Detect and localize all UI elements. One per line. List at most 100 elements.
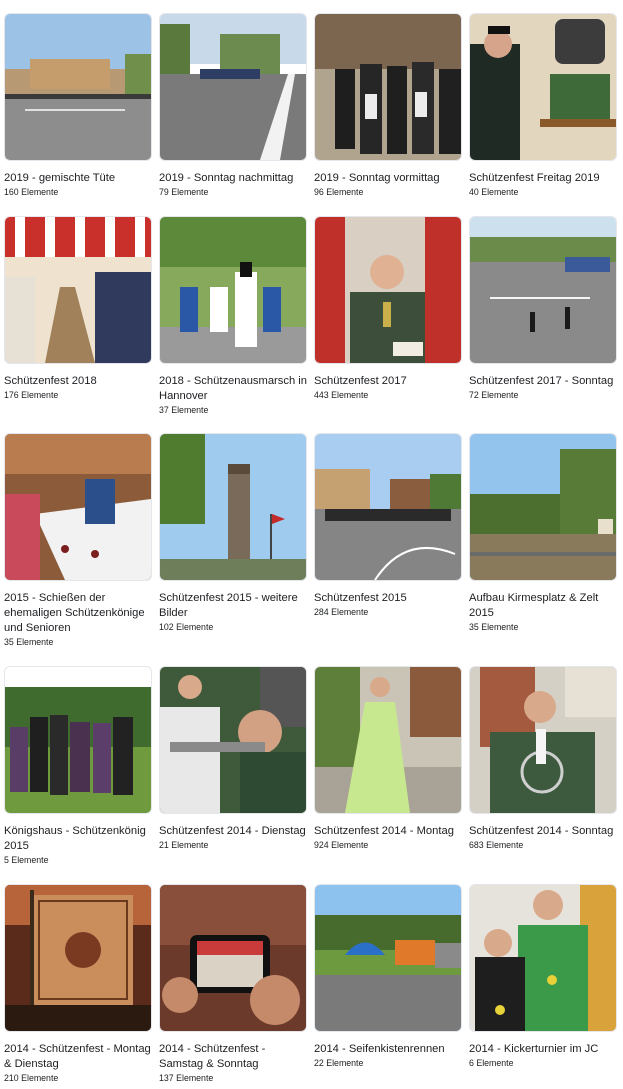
album-title[interactable]: Schützenfest 2014 - Dienstag	[159, 824, 311, 839]
album-title[interactable]: 2018 - Schützenausmarsch in Hannover	[159, 374, 311, 404]
album-thumbnail[interactable]	[314, 216, 462, 364]
album-count: 443 Elemente	[314, 390, 369, 400]
album-thumbnail[interactable]	[469, 216, 617, 364]
album-thumbnail[interactable]	[469, 433, 617, 581]
album-card[interactable]: Königshaus - Schützenkönig 2015 5 Elemen…	[4, 666, 152, 866]
album-thumbnail[interactable]	[159, 13, 307, 161]
album-photo	[470, 217, 616, 363]
album-count: 21 Elemente	[159, 840, 209, 850]
album-count: 37 Elemente	[159, 405, 209, 415]
album-title[interactable]: 2019 - gemischte Tüte	[4, 171, 156, 186]
album-count: 35 Elemente	[4, 637, 54, 647]
album-card[interactable]: Schützenfest 2015 284 Elemente	[314, 433, 462, 618]
album-thumbnail[interactable]	[4, 216, 152, 364]
album-title[interactable]: 2019 - Sonntag vormittag	[314, 171, 466, 186]
album-count: 284 Elemente	[314, 607, 369, 617]
album-thumbnail[interactable]	[159, 666, 307, 814]
album-count: 176 Elemente	[4, 390, 59, 400]
album-grid: 2019 - gemischte Tüte 160 Elemente 2019 …	[0, 0, 623, 1089]
album-thumbnail[interactable]	[4, 13, 152, 161]
album-photo	[315, 667, 461, 813]
album-thumbnail[interactable]	[4, 666, 152, 814]
album-photo	[160, 14, 306, 160]
album-count: 6 Elemente	[469, 1058, 514, 1068]
album-photo	[315, 885, 461, 1031]
album-card[interactable]: Schützenfest 2015 - weitere Bilder 102 E…	[159, 433, 307, 633]
album-card[interactable]: 2015 - Schießen der ehemaligen Schützenk…	[4, 433, 152, 648]
album-thumbnail[interactable]	[314, 433, 462, 581]
album-card[interactable]: Aufbau Kirmesplatz & Zelt 2015 35 Elemen…	[469, 433, 617, 633]
album-card[interactable]: 2014 - Kickerturnier im JC 6 Elemente	[469, 884, 617, 1069]
album-card[interactable]: 2019 - Sonntag nachmittag 79 Elemente	[159, 13, 307, 198]
album-thumbnail[interactable]	[469, 666, 617, 814]
album-photo	[470, 434, 616, 580]
album-card[interactable]: Schützenfest 2018 176 Elemente	[4, 216, 152, 401]
album-photo	[470, 667, 616, 813]
album-title[interactable]: 2014 - Kickerturnier im JC	[469, 1042, 621, 1057]
album-photo	[315, 14, 461, 160]
album-count: 102 Elemente	[159, 622, 214, 632]
album-thumbnail[interactable]	[159, 216, 307, 364]
album-thumbnail[interactable]	[4, 433, 152, 581]
album-card[interactable]: Schützenfest 2017 - Sonntag 72 Elemente	[469, 216, 617, 401]
album-photo	[160, 885, 306, 1031]
album-photo	[470, 14, 616, 160]
album-photo	[5, 14, 151, 160]
album-count: 683 Elemente	[469, 840, 524, 850]
album-thumbnail[interactable]	[159, 433, 307, 581]
album-thumbnail[interactable]	[159, 884, 307, 1032]
album-photo	[5, 434, 151, 580]
album-title[interactable]: Schützenfest 2018	[4, 374, 156, 389]
album-card[interactable]: 2019 - Sonntag vormittag 96 Elemente	[314, 13, 462, 198]
album-title[interactable]: Schützenfest 2017	[314, 374, 466, 389]
album-thumbnail[interactable]	[469, 13, 617, 161]
album-title[interactable]: Königshaus - Schützenkönig 2015	[4, 824, 156, 854]
album-photo	[5, 667, 151, 813]
album-title[interactable]: 2019 - Sonntag nachmittag	[159, 171, 311, 186]
album-photo	[5, 885, 151, 1031]
album-title[interactable]: Schützenfest 2017 - Sonntag	[469, 374, 621, 389]
album-card[interactable]: Schützenfest Freitag 2019 40 Elemente	[469, 13, 617, 198]
album-count: 160 Elemente	[4, 187, 59, 197]
album-count: 5 Elemente	[4, 855, 49, 865]
album-thumbnail[interactable]	[4, 884, 152, 1032]
album-photo	[315, 217, 461, 363]
album-card[interactable]: Schützenfest 2017 443 Elemente	[314, 216, 462, 401]
album-photo	[470, 885, 616, 1031]
album-photo	[5, 217, 151, 363]
album-photo	[160, 434, 306, 580]
album-count: 35 Elemente	[469, 622, 519, 632]
album-card[interactable]: 2018 - Schützenausmarsch in Hannover 37 …	[159, 216, 307, 416]
album-title[interactable]: Aufbau Kirmesplatz & Zelt 2015	[469, 591, 621, 621]
album-title[interactable]: 2014 - Schützenfest - Montag & Dienstag	[4, 1042, 156, 1072]
album-count: 72 Elemente	[469, 390, 519, 400]
album-thumbnail[interactable]	[314, 666, 462, 814]
album-count: 96 Elemente	[314, 187, 364, 197]
album-count: 924 Elemente	[314, 840, 369, 850]
album-thumbnail[interactable]	[469, 884, 617, 1032]
album-photo	[160, 667, 306, 813]
album-card[interactable]: 2019 - gemischte Tüte 160 Elemente	[4, 13, 152, 198]
album-title[interactable]: 2015 - Schießen der ehemaligen Schützenk…	[4, 591, 156, 636]
album-title[interactable]: Schützenfest 2014 - Sonntag	[469, 824, 621, 839]
album-title[interactable]: Schützenfest 2014 - Montag	[314, 824, 466, 839]
album-card[interactable]: Schützenfest 2014 - Sonntag 683 Elemente	[469, 666, 617, 851]
album-title[interactable]: 2014 - Schützenfest - Samstag & Sonntag	[159, 1042, 311, 1072]
album-count: 137 Elemente	[159, 1073, 214, 1083]
album-title[interactable]: 2014 - Seifenkistenrennen	[314, 1042, 466, 1057]
album-count: 210 Elemente	[4, 1073, 59, 1083]
album-card[interactable]: 2014 - Schützenfest - Samstag & Sonntag …	[159, 884, 307, 1084]
album-card[interactable]: 2014 - Schützenfest - Montag & Dienstag …	[4, 884, 152, 1084]
album-count: 40 Elemente	[469, 187, 519, 197]
album-card[interactable]: 2014 - Seifenkistenrennen 22 Elemente	[314, 884, 462, 1069]
album-card[interactable]: Schützenfest 2014 - Montag 924 Elemente	[314, 666, 462, 851]
album-count: 79 Elemente	[159, 187, 209, 197]
album-card[interactable]: Schützenfest 2014 - Dienstag 21 Elemente	[159, 666, 307, 851]
album-title[interactable]: Schützenfest Freitag 2019	[469, 171, 621, 186]
album-thumbnail[interactable]	[314, 884, 462, 1032]
album-count: 22 Elemente	[314, 1058, 364, 1068]
album-title[interactable]: Schützenfest 2015	[314, 591, 466, 606]
album-title[interactable]: Schützenfest 2015 - weitere Bilder	[159, 591, 311, 621]
album-photo	[160, 217, 306, 363]
album-thumbnail[interactable]	[314, 13, 462, 161]
